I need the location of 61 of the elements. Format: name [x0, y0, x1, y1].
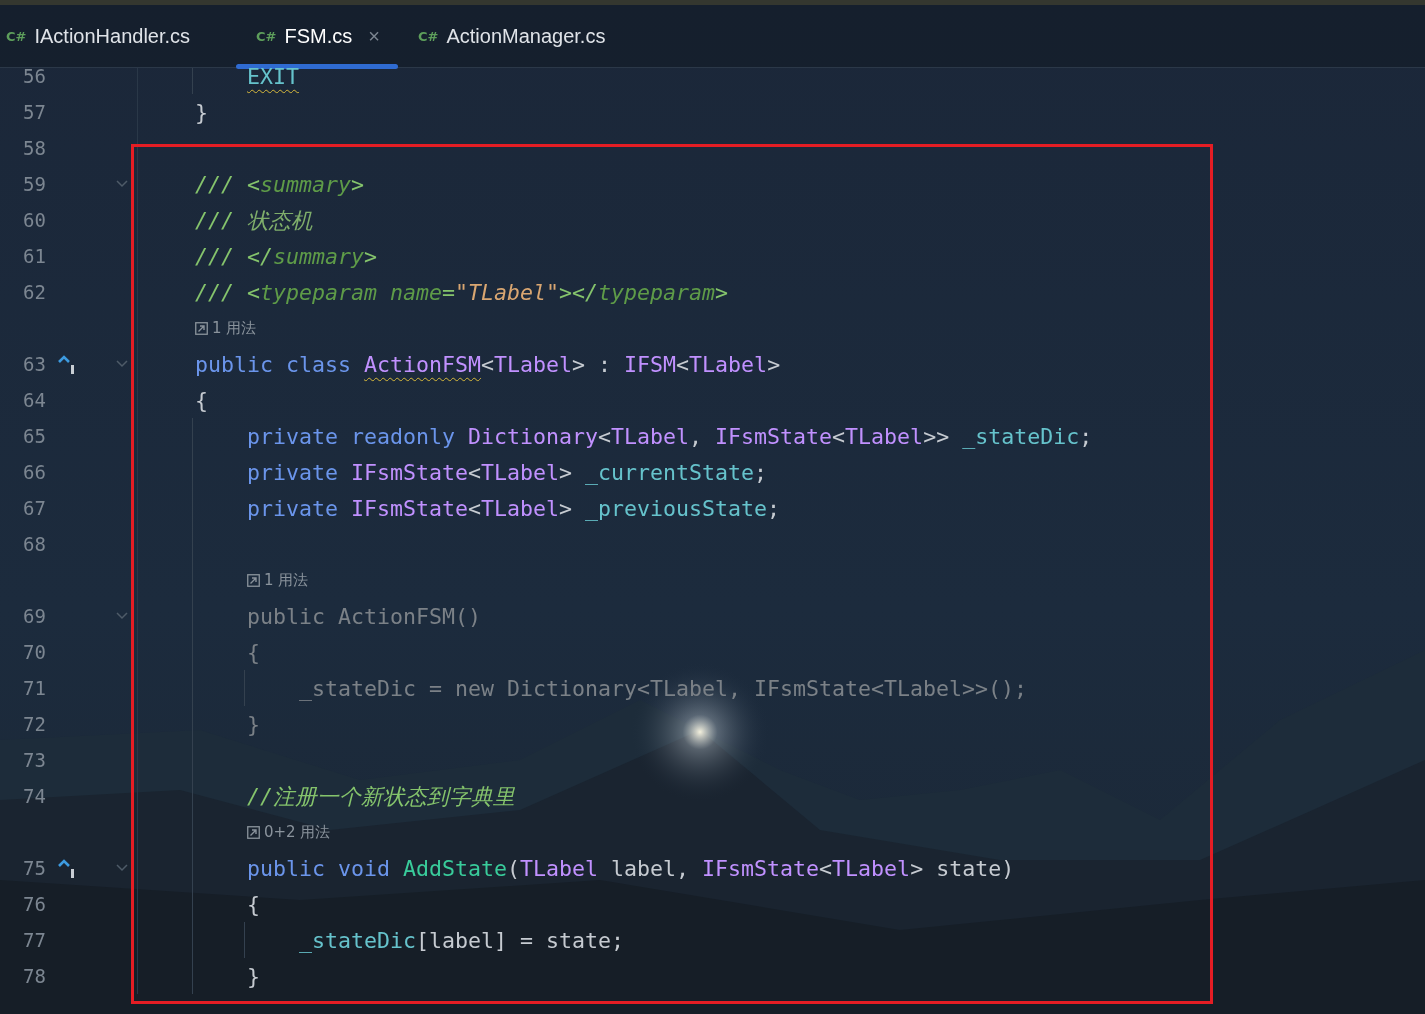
- code-line: private IFsmState<TLabel> _currentState;: [247, 459, 768, 485]
- usages-icon[interactable]: [195, 321, 208, 335]
- usages-hint[interactable]: 0+2 用法: [264, 822, 331, 842]
- line-number: 76: [22, 893, 46, 915]
- code-line: _stateDic = new Dictionary<TLabel, IFsmState<TLabel>>();: [299, 675, 1028, 701]
- line-number: 72: [22, 713, 46, 735]
- line-number: 74: [22, 785, 46, 807]
- line-number: 65: [22, 425, 46, 447]
- code-line: private readonly Dictionary<TLabel, IFsmState<TLabel>> _stateDic;: [247, 423, 1093, 449]
- line-number: 69: [22, 605, 46, 627]
- usages-icon[interactable]: [247, 825, 260, 839]
- csharp-file-icon: C#: [6, 28, 27, 44]
- line-number: 68: [22, 533, 46, 555]
- code-line: }: [247, 711, 260, 737]
- usages-hint[interactable]: 1 用法: [212, 318, 257, 338]
- line-number: 73: [22, 749, 46, 771]
- code-line: /// </summary>: [195, 243, 378, 269]
- code-line: EXIT: [247, 68, 299, 89]
- implementation-marker-icon[interactable]: [56, 354, 76, 374]
- line-number: 66: [22, 461, 46, 483]
- code-line: _stateDic[label] = state;: [299, 927, 625, 953]
- line-number: 62: [22, 281, 46, 303]
- line-number: 71: [22, 677, 46, 699]
- line-number: 59: [22, 173, 46, 195]
- code-line: /// <summary>: [195, 171, 365, 197]
- line-number: 63: [22, 353, 46, 375]
- usages-hint[interactable]: 1 用法: [264, 570, 309, 590]
- line-number: 77: [22, 929, 46, 951]
- usages-icon[interactable]: [247, 573, 260, 587]
- code-line: public ActionFSM(): [247, 603, 481, 629]
- line-number: 56: [22, 68, 46, 87]
- file-tab[interactable]: C# IActionHandler.cs: [0, 5, 237, 67]
- close-icon[interactable]: ×: [368, 24, 380, 48]
- line-number: 61: [22, 245, 46, 267]
- implementation-marker-icon[interactable]: [56, 858, 76, 878]
- csharp-file-icon: C#: [418, 28, 439, 44]
- file-tab[interactable]: C# FSM.cs ×: [236, 5, 398, 67]
- code-line: public void AddState(TLabel label, IFsmState<TLabel> state): [247, 855, 1015, 881]
- code-line: public class ActionFSM<TLabel> : IFSM<TLabel>: [195, 351, 781, 377]
- code-line: /// <typeparam name="TLabel"></typeparam>: [195, 279, 729, 305]
- tab-label: FSM.cs: [284, 24, 353, 48]
- line-number: 60: [22, 209, 46, 231]
- line-number: 58: [22, 137, 46, 159]
- code-line: {: [195, 387, 208, 413]
- line-number: 78: [22, 965, 46, 987]
- line-number: 67: [22, 497, 46, 519]
- code-line: /// 状态机: [195, 206, 313, 235]
- code-line: }: [195, 99, 208, 125]
- code-line: }: [247, 963, 260, 989]
- code-line: {: [247, 639, 260, 665]
- line-number: 70: [22, 641, 46, 663]
- tab-label: IActionHandler.cs: [34, 24, 191, 48]
- line-number: 75: [22, 857, 46, 879]
- line-number: 57: [22, 101, 46, 123]
- tab-label: ActionManager.cs: [446, 24, 606, 48]
- code-line: {: [247, 891, 260, 917]
- code-line: private IFsmState<TLabel> _previousState;: [247, 495, 781, 521]
- line-number: 64: [22, 389, 46, 411]
- csharp-file-icon: C#: [256, 28, 277, 44]
- code-line: //注册一个新状态到字典里: [247, 782, 515, 811]
- file-tab[interactable]: C# ActionManager.cs: [398, 5, 624, 67]
